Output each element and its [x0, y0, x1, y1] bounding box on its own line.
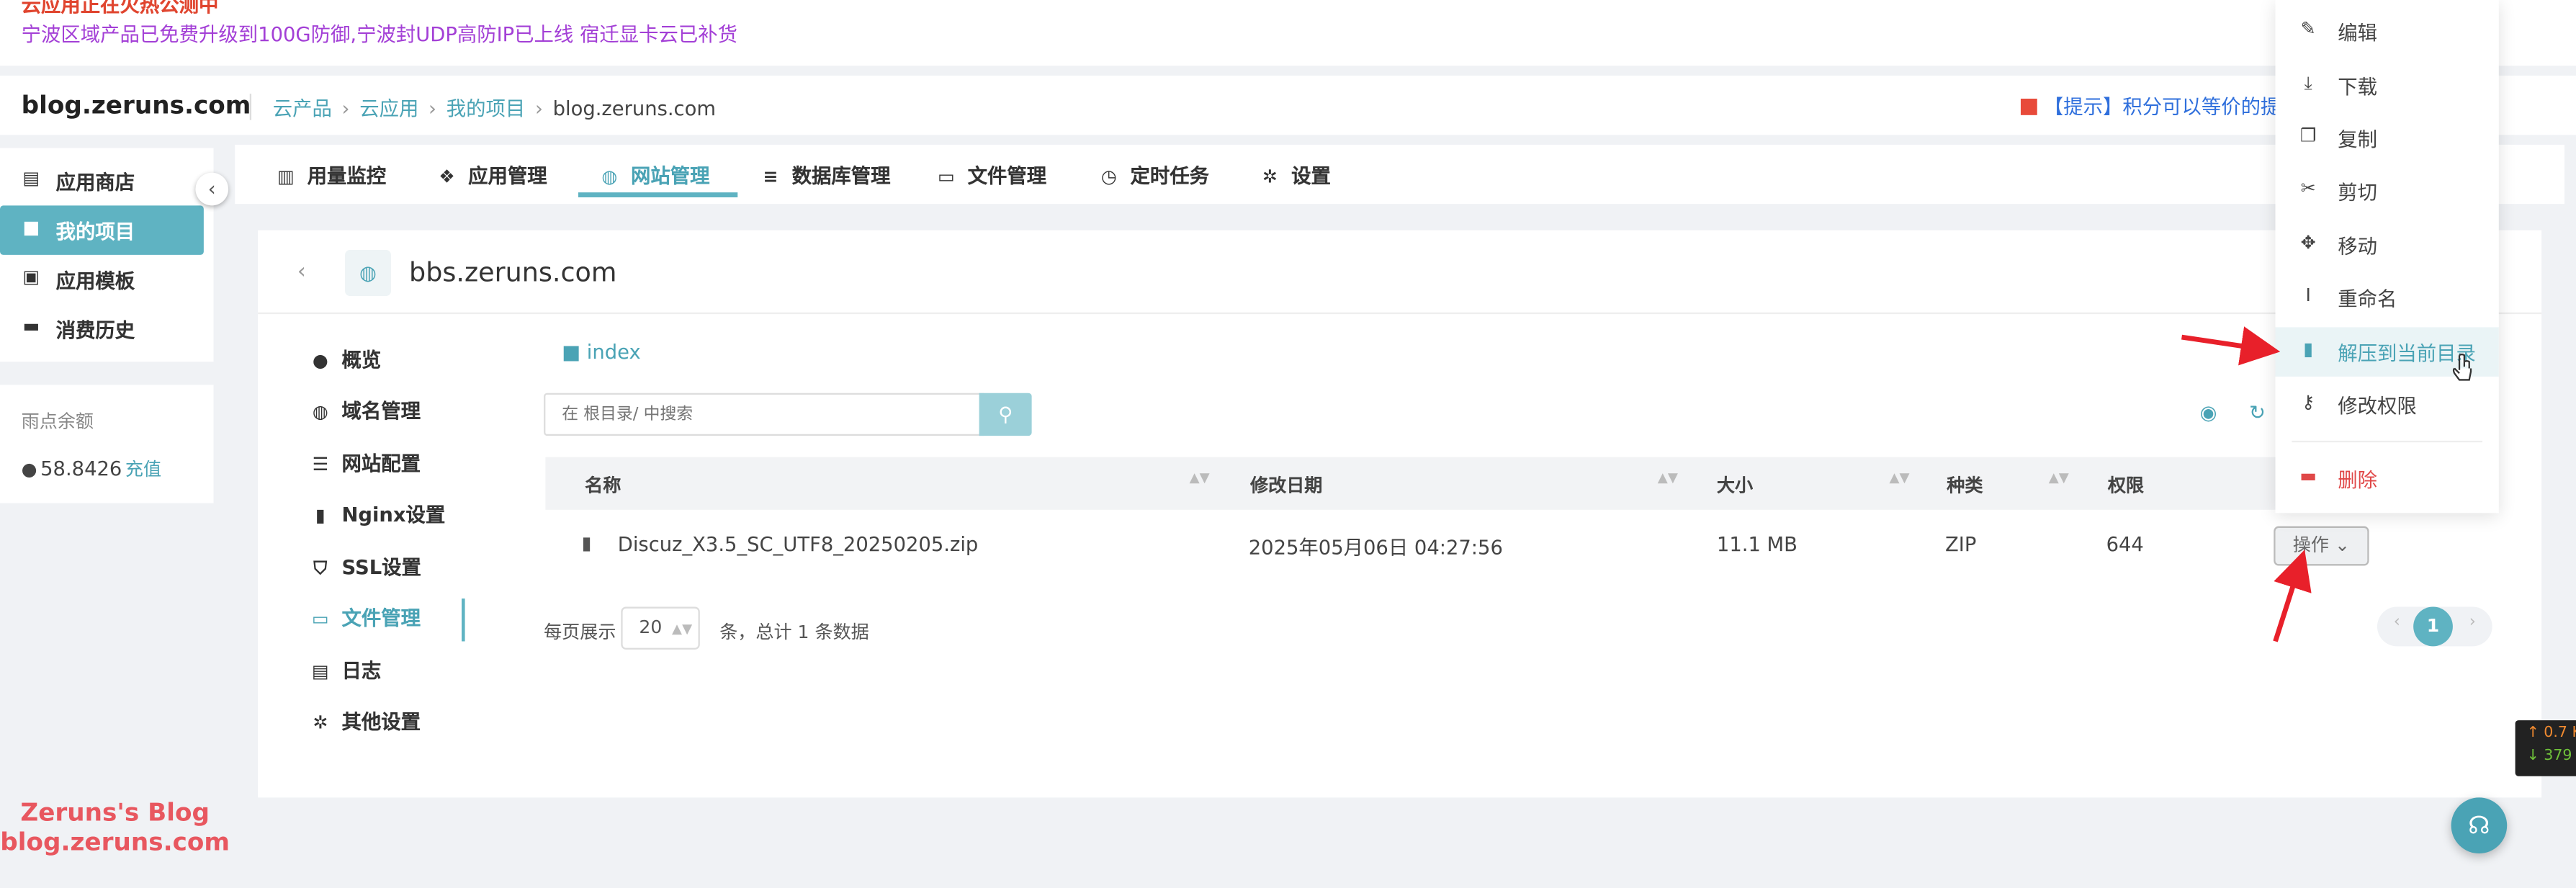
- network-speed-widget: ↑ 0.7 K ↓ 379: [2515, 720, 2576, 776]
- upload-speed: ↑ 0.7 K: [2526, 725, 2576, 742]
- annotation-arrows: [2181, 326, 2312, 642]
- red-arrow-to-action-button: [2273, 550, 2312, 642]
- download-speed: ↓ 379: [2526, 748, 2572, 765]
- red-arrow-to-extract: [2181, 326, 2281, 366]
- headset-icon: ☊: [2468, 810, 2490, 840]
- customer-service-button[interactable]: ☊: [2451, 797, 2508, 854]
